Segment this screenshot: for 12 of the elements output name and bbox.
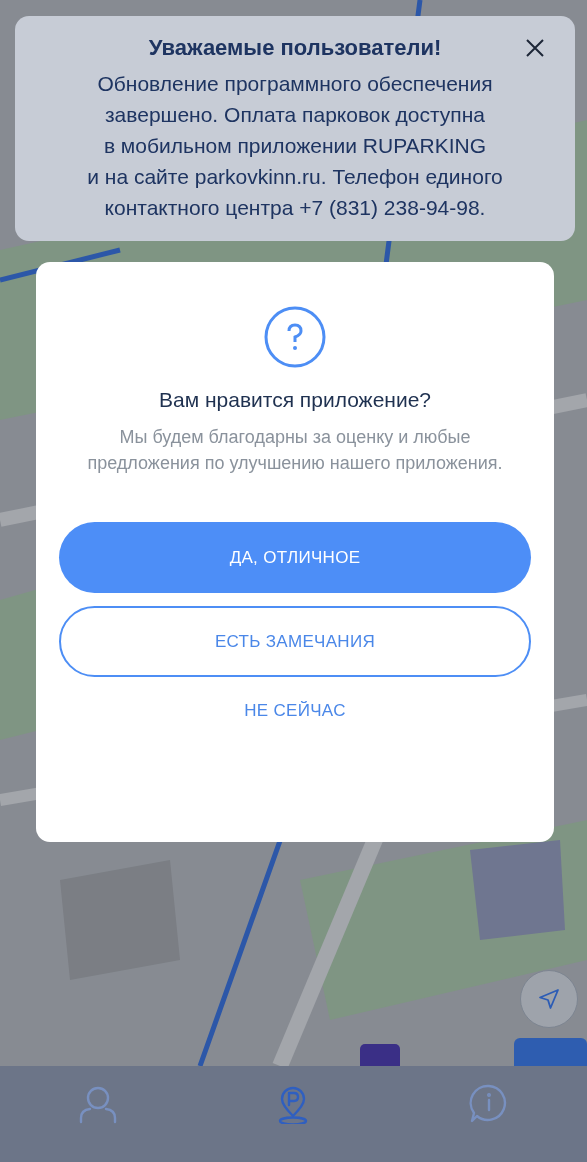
later-button[interactable]: НЕ СЕЙЧАС xyxy=(236,691,354,731)
notice-message: Обновление программного обеспечения завершено. Оплата парковок доступна в мобильном приложении RUPARKING и на сайте parkovkinn.ru. Телефон единого контактного центра +7 (831) 238-94-98. xyxy=(86,71,504,221)
question-icon xyxy=(264,306,326,368)
accept-button[interactable]: ДА, ОТЛИЧНОЕ xyxy=(59,522,531,593)
location-arrow-icon xyxy=(537,987,561,1011)
dialog-message: Мы будем благодарны за оценку и любые предложения по улучшению нашего приложения. xyxy=(86,426,504,475)
feedback-button[interactable]: ЕСТЬ ЗАМЕЧАНИЯ xyxy=(59,606,531,677)
person-icon xyxy=(77,1084,118,1124)
close-icon xyxy=(525,38,545,58)
tab[interactable] xyxy=(77,1084,118,1124)
dialog-title: Вам нравится приложение? xyxy=(159,387,431,413)
notice-title: Уважаемые пользователи! xyxy=(148,34,442,62)
